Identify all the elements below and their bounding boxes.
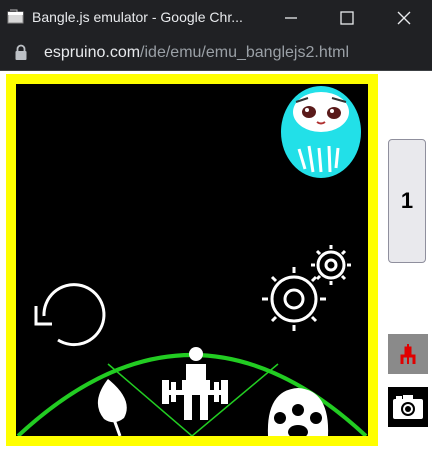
title-bar: Bangle.js emulator - Google Chr... — [0, 0, 432, 36]
leaf-icon — [97, 379, 127, 436]
paw-icon — [267, 388, 329, 436]
camera-icon — [393, 395, 423, 419]
watch-bezel — [6, 74, 378, 446]
refresh-icon — [34, 283, 106, 347]
watch-screen[interactable] — [16, 84, 368, 436]
maximize-icon[interactable] — [333, 4, 361, 32]
watch-face-graphics — [16, 86, 368, 436]
lock-icon[interactable] — [14, 44, 28, 61]
close-icon[interactable] — [390, 4, 418, 32]
url-host: espruino.com — [44, 44, 141, 61]
hardware-button[interactable]: 1 — [388, 139, 426, 263]
page-content: 1 — [0, 71, 432, 453]
blob-character-icon — [281, 86, 361, 178]
chart-button[interactable] — [388, 334, 428, 374]
app-icon — [7, 9, 24, 24]
chart-icon — [400, 344, 416, 364]
address-bar[interactable]: espruino.com/ide/emu/emu_banglejs2.html — [0, 36, 432, 71]
url-path: /ide/emu/emu_banglejs2.html — [140, 44, 350, 61]
screenshot-button[interactable] — [388, 387, 428, 427]
url-text[interactable]: espruino.com/ide/emu/emu_banglejs2.html — [44, 44, 349, 62]
gear-icon — [262, 245, 351, 331]
window-title: Bangle.js emulator - Google Chr... — [32, 9, 243, 25]
minimize-icon[interactable] — [277, 4, 305, 32]
